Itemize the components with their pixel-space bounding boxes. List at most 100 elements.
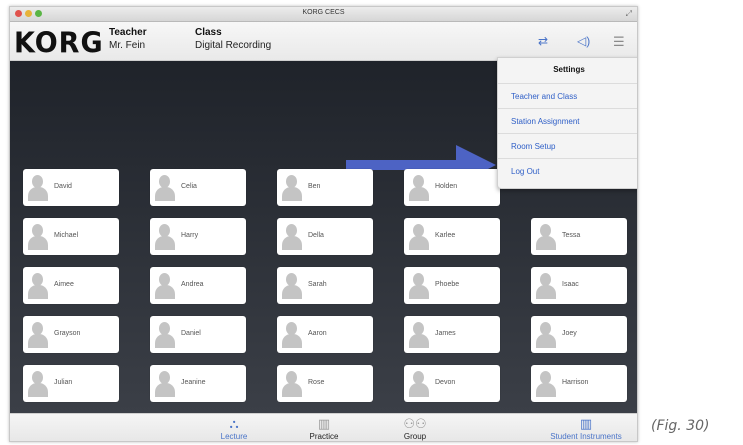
- shuffle-icon[interactable]: ⇄: [538, 34, 548, 48]
- teacher-label: Teacher: [109, 27, 147, 38]
- student-name: Tessa: [562, 232, 581, 239]
- student-card[interactable]: Julian: [23, 365, 119, 402]
- student-card[interactable]: Joey: [531, 316, 627, 353]
- avatar-icon: [536, 370, 556, 397]
- nav-lecture[interactable]: ⛬ Lecture: [192, 416, 276, 441]
- student-card[interactable]: James: [404, 316, 500, 353]
- settings-menu: Settings Teacher and Class Station Assig…: [497, 57, 637, 189]
- student-card[interactable]: Tessa: [531, 218, 627, 255]
- app-header: KORG Teacher Mr. Fein Class Digital Reco…: [10, 22, 637, 61]
- student-card[interactable]: Rose: [277, 365, 373, 402]
- student-name: David: [54, 183, 72, 190]
- student-name: James: [435, 330, 456, 337]
- nav-student-instruments[interactable]: ▥ Student Instruments: [536, 416, 636, 441]
- avatar-icon: [409, 321, 429, 348]
- student-card[interactable]: Aimee: [23, 267, 119, 304]
- avatar-icon: [409, 272, 429, 299]
- student-card[interactable]: Jeanine: [150, 365, 246, 402]
- student-name: Karlee: [435, 232, 456, 239]
- student-name: Grayson: [54, 330, 81, 337]
- nav-practice[interactable]: ▥ Practice: [282, 416, 366, 441]
- menu-item-room-setup[interactable]: Room Setup: [498, 133, 637, 158]
- avatar-icon: [155, 272, 175, 299]
- menu-item-label: Teacher and Class: [511, 92, 578, 101]
- app-window: KORG CECS ⤢ KORG Teacher Mr. Fein Class …: [9, 6, 638, 442]
- student-card[interactable]: Celia: [150, 169, 246, 206]
- bottom-nav: ⛬ Lecture ▥ Practice ⚇⚇ Group ▥ Student …: [10, 413, 637, 441]
- fullscreen-icon[interactable]: ⤢: [626, 9, 632, 19]
- student-card[interactable]: Devon: [404, 365, 500, 402]
- student-card[interactable]: Della: [277, 218, 373, 255]
- title-bar[interactable]: KORG CECS ⤢: [10, 7, 637, 22]
- student-card[interactable]: Grayson: [23, 316, 119, 353]
- avatar-icon: [282, 321, 302, 348]
- menu-item-label: Room Setup: [511, 142, 556, 151]
- settings-menu-title: Settings: [553, 65, 585, 74]
- avatar-icon: [155, 174, 175, 201]
- nav-label: Student Instruments: [550, 432, 622, 441]
- class-name: Digital Recording: [195, 40, 272, 51]
- nav-label: Lecture: [220, 432, 248, 441]
- figure-caption: (Fig. 30): [651, 418, 710, 434]
- avatar-icon: [409, 370, 429, 397]
- student-name: Daniel: [181, 330, 201, 337]
- student-name: Celia: [181, 183, 197, 190]
- avatar-icon: [282, 370, 302, 397]
- student-name: Della: [308, 232, 324, 239]
- nav-label: Group: [403, 432, 427, 441]
- window-title: KORG CECS: [302, 9, 345, 16]
- avatar-icon: [28, 272, 48, 299]
- student-name: Devon: [435, 379, 456, 386]
- student-card[interactable]: Andrea: [150, 267, 246, 304]
- student-name: Holden: [435, 183, 458, 190]
- student-card[interactable]: Ben: [277, 169, 373, 206]
- menu-icon[interactable]: ☰: [613, 34, 625, 50]
- student-card[interactable]: Sarah: [277, 267, 373, 304]
- student-card[interactable]: Harrison: [531, 365, 627, 402]
- avatar-icon: [155, 223, 175, 250]
- class-label: Class: [195, 27, 222, 38]
- student-card[interactable]: Harry: [150, 218, 246, 255]
- student-card[interactable]: Aaron: [277, 316, 373, 353]
- student-name: Jeanine: [181, 379, 206, 386]
- speaker-icon[interactable]: ◁): [577, 34, 590, 48]
- avatar-icon: [28, 321, 48, 348]
- avatar-icon: [28, 174, 48, 201]
- nav-group[interactable]: ⚇⚇ Group: [373, 416, 457, 441]
- student-card[interactable]: Isaac: [531, 267, 627, 304]
- avatar-icon: [282, 174, 302, 201]
- teacher-name: Mr. Fein: [109, 40, 146, 51]
- student-name: Joey: [562, 330, 577, 337]
- avatar-icon: [28, 223, 48, 250]
- student-card[interactable]: Daniel: [150, 316, 246, 353]
- student-name: Harrison: [562, 379, 589, 386]
- student-name: Rose: [308, 379, 325, 386]
- menu-item-log-out[interactable]: Log Out: [498, 158, 637, 183]
- student-card[interactable]: Michael: [23, 218, 119, 255]
- lecture-icon: ⛬: [229, 416, 239, 431]
- student-card[interactable]: Karlee: [404, 218, 500, 255]
- menu-item-teacher-and-class[interactable]: Teacher and Class: [498, 83, 637, 108]
- avatar-icon: [409, 223, 429, 250]
- menu-item-label: Log Out: [511, 167, 540, 176]
- student-card[interactable]: Holden: [404, 169, 500, 206]
- student-name: Andrea: [181, 281, 204, 288]
- avatar-icon: [282, 223, 302, 250]
- avatar-icon: [155, 370, 175, 397]
- student-name: Aimee: [54, 281, 74, 288]
- avatar-icon: [409, 174, 429, 201]
- student-name: Sarah: [308, 281, 327, 288]
- avatar-icon: [536, 321, 556, 348]
- korg-logo: KORG: [14, 27, 104, 60]
- menu-item-station-assignment[interactable]: Station Assignment: [498, 108, 637, 133]
- avatar-icon: [536, 272, 556, 299]
- student-name: Isaac: [562, 281, 579, 288]
- group-icon: ⚇⚇: [403, 416, 427, 431]
- piano-icon: ▥: [579, 416, 593, 431]
- student-card[interactable]: David: [23, 169, 119, 206]
- student-card[interactable]: Phoebe: [404, 267, 500, 304]
- student-name: Michael: [54, 232, 79, 239]
- student-name: Ben: [308, 183, 321, 190]
- avatar-icon: [282, 272, 302, 299]
- practice-icon: ▥: [317, 416, 331, 431]
